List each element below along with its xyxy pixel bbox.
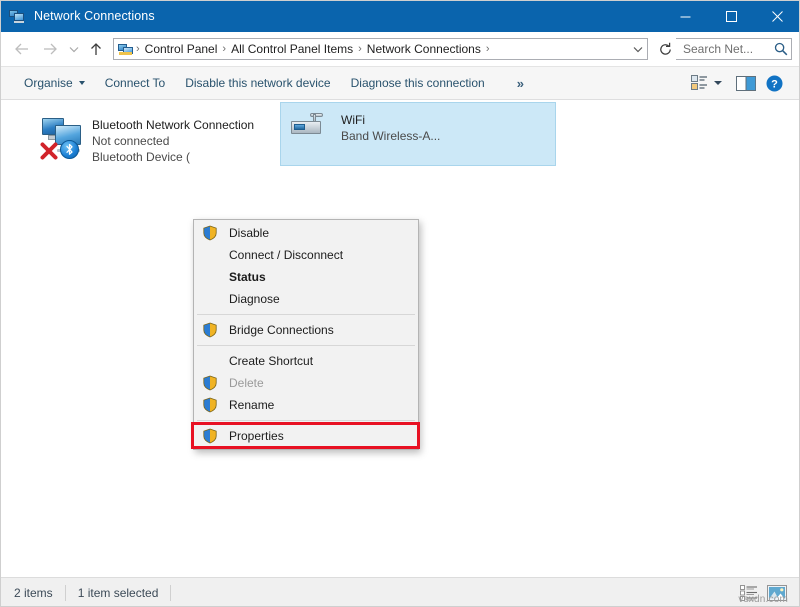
menu-item-properties[interactable]: Properties: [194, 425, 418, 447]
menu-item-label: Bridge Connections: [229, 323, 334, 337]
network-connections-icon: [9, 8, 25, 24]
close-button[interactable]: [754, 0, 800, 32]
toolbar-overflow-button[interactable]: »: [509, 76, 531, 91]
menu-item-label: Rename: [229, 398, 274, 412]
toolbar-right-group: ?: [685, 71, 788, 95]
menu-item-label: Create Shortcut: [229, 354, 313, 368]
breadcrumb-separator: ›: [134, 44, 142, 55]
address-bar-row: › Control Panel › All Control Panel Item…: [0, 32, 800, 66]
shield-icon: [202, 428, 218, 444]
toolbar-diagnose-label: Diagnose this connection: [351, 71, 485, 95]
toolbar-connect-to-button[interactable]: Connect To: [95, 71, 176, 95]
toolbar-diagnose-button[interactable]: Diagnose this connection: [341, 71, 495, 95]
window-title: Network Connections: [34, 9, 155, 23]
connection-device: Band Wireless-A...: [341, 128, 440, 144]
menu-icon-placeholder: [202, 269, 218, 285]
context-menu: Disable Connect / Disconnect Status Diag…: [193, 219, 419, 450]
search-input[interactable]: Search Net...: [683, 42, 771, 56]
address-bar[interactable]: › Control Panel › All Control Panel Item…: [113, 38, 648, 60]
wireless-adapter-icon: [289, 111, 339, 157]
address-dropdown-button[interactable]: [628, 39, 647, 59]
menu-item-connect-disconnect[interactable]: Connect / Disconnect: [194, 244, 418, 266]
menu-item-label: Status: [229, 270, 266, 284]
back-button[interactable]: [8, 35, 36, 63]
search-icon[interactable]: [771, 39, 791, 59]
status-item-count: 2 items: [14, 586, 53, 600]
view-options-chevron-down-icon[interactable]: [714, 81, 722, 85]
menu-item-label: Delete: [229, 376, 264, 390]
refresh-button[interactable]: [654, 38, 676, 60]
list-item-wifi[interactable]: WiFi Band Wireless-A...: [280, 102, 556, 166]
breadcrumb-item-network-connections[interactable]: Network Connections: [364, 42, 484, 56]
toolbar-disable-device-button[interactable]: Disable this network device: [175, 71, 340, 95]
menu-item-disable[interactable]: Disable: [194, 222, 418, 244]
network-connections-window: Network Connections: [0, 0, 800, 607]
chevron-down-icon: [79, 81, 85, 85]
breadcrumb-separator[interactable]: ›: [220, 44, 228, 55]
command-toolbar: Organise Connect To Disable this network…: [0, 66, 800, 100]
menu-item-label: Diagnose: [229, 292, 280, 306]
menu-separator: [197, 345, 415, 346]
breadcrumb-item-all-control-panel-items[interactable]: All Control Panel Items: [228, 42, 356, 56]
breadcrumb-separator[interactable]: ›: [484, 44, 492, 55]
window-controls: [662, 0, 800, 32]
menu-item-status[interactable]: Status: [194, 266, 418, 288]
breadcrumb-separator[interactable]: ›: [356, 44, 364, 55]
status-selection: 1 item selected: [78, 586, 159, 600]
bluetooth-adapter-icon: [40, 116, 90, 162]
menu-icon-placeholder: [202, 353, 218, 369]
maximize-button[interactable]: [708, 0, 754, 32]
preview-pane-icon[interactable]: [732, 71, 760, 95]
menu-item-create-shortcut[interactable]: Create Shortcut: [194, 350, 418, 372]
status-divider: [65, 585, 66, 601]
menu-item-label: Disable: [229, 226, 269, 240]
connection-status: Not connected: [92, 133, 254, 149]
help-icon[interactable]: ?: [760, 71, 788, 95]
menu-icon-placeholder: [202, 247, 218, 263]
menu-item-bridge-connections[interactable]: Bridge Connections: [194, 319, 418, 341]
menu-item-rename[interactable]: Rename: [194, 394, 418, 416]
recent-locations-button[interactable]: [64, 35, 83, 63]
menu-item-delete: Delete: [194, 372, 418, 394]
menu-item-label: Properties: [229, 429, 284, 443]
list-item-text: WiFi Band Wireless-A...: [341, 111, 440, 144]
shield-icon: [202, 375, 218, 391]
menu-separator: [197, 420, 415, 421]
status-divider: [170, 585, 171, 601]
menu-icon-placeholder: [202, 291, 218, 307]
toolbar-organise-button[interactable]: Organise: [14, 71, 95, 95]
connection-name: WiFi: [341, 112, 440, 128]
minimize-button[interactable]: [662, 0, 708, 32]
menu-item-diagnose[interactable]: Diagnose: [194, 288, 418, 310]
breadcrumb: Control Panel › All Control Panel Items …: [142, 42, 628, 56]
menu-separator: [197, 314, 415, 315]
shield-icon: [202, 322, 218, 338]
connection-name: Bluetooth Network Connection: [92, 117, 254, 133]
connections-list: Bluetooth Network Connection Not connect…: [0, 100, 800, 577]
watermark: vsxdn.com: [738, 594, 788, 605]
toolbar-organise-label: Organise: [24, 71, 73, 95]
list-item-bluetooth-network-connection[interactable]: Bluetooth Network Connection Not connect…: [32, 108, 308, 170]
red-x-icon: [40, 142, 58, 160]
connection-device: Bluetooth Device (: [92, 149, 254, 165]
up-button[interactable]: [83, 35, 109, 63]
list-item-text: Bluetooth Network Connection Not connect…: [92, 116, 254, 165]
search-box[interactable]: Search Net...: [676, 38, 792, 60]
status-bar: 2 items 1 item selected: [0, 577, 800, 607]
shield-icon: [202, 397, 218, 413]
svg-text:?: ?: [771, 78, 778, 90]
title-bar: Network Connections: [0, 0, 800, 32]
toolbar-disable-device-label: Disable this network device: [185, 71, 330, 95]
bluetooth-icon: [60, 140, 79, 159]
toolbar-connect-to-label: Connect To: [105, 71, 166, 95]
breadcrumb-item-control-panel[interactable]: Control Panel: [142, 42, 221, 56]
menu-item-label: Connect / Disconnect: [229, 248, 343, 262]
address-location-icon: [118, 41, 134, 57]
view-options-icon[interactable]: [685, 71, 713, 95]
shield-icon: [202, 225, 218, 241]
forward-button[interactable]: [36, 35, 64, 63]
